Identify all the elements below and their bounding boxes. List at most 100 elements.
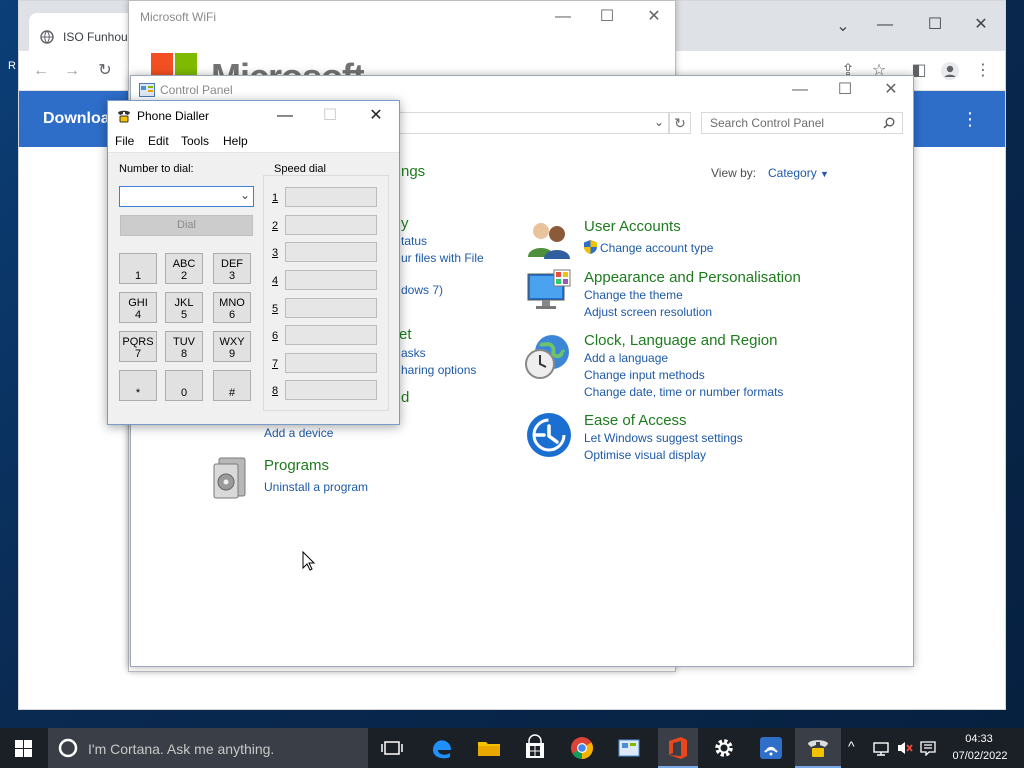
add-device-link[interactable]: Add a device <box>264 426 333 440</box>
speed-dial-slot-1[interactable] <box>285 187 377 207</box>
key-hash[interactable]: # <box>213 370 251 401</box>
key-star[interactable]: * <box>119 370 157 401</box>
speed-dial-number-7: 7 <box>272 358 279 370</box>
wifi-close-button[interactable]: ✕ <box>640 7 668 27</box>
optimise-display-link[interactable]: Optimise visual display <box>584 448 706 462</box>
ease-of-access-title[interactable]: Ease of Access <box>584 412 687 429</box>
programs-title[interactable]: Programs <box>264 457 329 474</box>
menu-help[interactable]: Help <box>223 134 248 148</box>
clock-region-title[interactable]: Clock, Language and Region <box>584 332 777 349</box>
ease-of-access-icon <box>527 413 571 457</box>
search-icon[interactable] <box>883 117 895 129</box>
speed-dial-slot-4[interactable] <box>285 270 377 290</box>
add-language-link[interactable]: Add a language <box>584 351 668 365</box>
task-view-icon[interactable] <box>378 734 406 762</box>
site-download-link[interactable]: Downloa <box>43 110 110 128</box>
change-date-formats-link[interactable]: Change date, time or number formats <box>584 385 783 399</box>
review-status-link-fragment[interactable]: tatus <box>401 234 427 248</box>
key-8[interactable]: TUV 8 <box>165 331 203 362</box>
store-icon[interactable] <box>521 734 549 762</box>
suggest-settings-link[interactable]: Let Windows suggest settings <box>584 431 743 445</box>
user-accounts-title[interactable]: User Accounts <box>584 218 681 235</box>
address-dropdown-icon[interactable]: ⌄ <box>654 115 664 129</box>
browser-tab-search-icon[interactable]: ⌄ <box>829 17 857 37</box>
dial-button[interactable]: Dial <box>120 215 253 236</box>
speed-dial-slot-8[interactable] <box>285 380 377 400</box>
action-center-icon[interactable] <box>920 740 936 756</box>
change-account-type-link[interactable]: Change account type <box>600 241 713 255</box>
control-panel-icon <box>139 83 155 97</box>
dropdown-triangle-icon: ▼ <box>820 169 829 179</box>
windows-start-icon[interactable] <box>15 740 32 757</box>
back-icon[interactable]: ← <box>27 61 55 81</box>
system-security-title-fragment[interactable]: ngs <box>401 163 425 180</box>
change-input-methods-link[interactable]: Change input methods <box>584 368 705 382</box>
speed-dial-label: Speed dial <box>272 163 328 175</box>
cp-close-button[interactable]: ✕ <box>877 80 905 100</box>
file-explorer-icon[interactable] <box>475 734 503 762</box>
cp-maximize-button[interactable]: ☐ <box>831 80 859 100</box>
site-menu-icon[interactable]: ⋮ <box>956 109 984 129</box>
taskbar-clock-date[interactable]: 07/02/2022 <box>950 750 1010 762</box>
settings-gear-icon[interactable] <box>710 734 738 762</box>
number-to-dial-input[interactable]: ⌄ <box>119 186 254 207</box>
speed-dial-slot-7[interactable] <box>285 353 377 373</box>
key-9[interactable]: WXY 9 <box>213 331 251 362</box>
key-4[interactable]: GHI 4 <box>119 292 157 323</box>
key-1[interactable]: 1 <box>119 253 157 284</box>
shield-icon <box>584 240 597 254</box>
programs-icon <box>213 457 246 499</box>
key-2[interactable]: ABC 2 <box>165 253 203 284</box>
wifi-maximize-button[interactable]: ☐ <box>593 7 621 27</box>
speed-dial-slot-3[interactable] <box>285 242 377 262</box>
speed-dial-slot-5[interactable] <box>285 298 377 318</box>
pd-close-button[interactable]: ✕ <box>362 106 390 126</box>
chrome-icon[interactable] <box>568 734 596 762</box>
menu-edit[interactable]: Edit <box>148 134 169 148</box>
reload-icon[interactable]: ↻ <box>91 61 119 81</box>
network-tasks-link-fragment[interactable]: asks <box>401 346 426 360</box>
network-title-fragment[interactable]: y <box>401 215 409 232</box>
hardware-title-fragment[interactable]: d <box>401 389 409 406</box>
key-7[interactable]: PQRS 7 <box>119 331 157 362</box>
key-0[interactable]: 0 <box>165 370 203 401</box>
pd-minimize-button[interactable]: — <box>271 106 299 126</box>
change-theme-link[interactable]: Change the theme <box>584 288 683 302</box>
view-by-dropdown[interactable]: Category ▼ <box>768 166 829 180</box>
key-5[interactable]: JKL 5 <box>165 292 203 323</box>
combo-chevron-down-icon[interactable]: ⌄ <box>240 188 250 202</box>
speed-dial-number-3: 3 <box>272 247 279 259</box>
cp-minimize-button[interactable]: — <box>786 80 814 100</box>
wifi-minimize-button[interactable]: — <box>549 7 577 27</box>
taskbar-clock-time[interactable]: 04:33 <box>962 733 996 745</box>
speed-dial-slot-6[interactable] <box>285 325 377 345</box>
uninstall-program-link[interactable]: Uninstall a program <box>264 480 368 494</box>
forward-icon[interactable]: → <box>58 61 86 81</box>
backup-restore-link-fragment[interactable]: dows 7) <box>401 283 443 297</box>
profile-icon[interactable] <box>941 62 959 80</box>
network-app-icon[interactable] <box>757 734 785 762</box>
volume-muted-icon[interactable] <box>896 740 914 756</box>
menu-tools[interactable]: Tools <box>181 134 209 148</box>
desktop-edge-text: R <box>8 60 16 72</box>
edge-browser-icon[interactable] <box>428 734 456 762</box>
browser-tab-title: ISO Funhous <box>63 30 134 44</box>
adjust-resolution-link[interactable]: Adjust screen resolution <box>584 305 712 319</box>
network-internet-title-fragment[interactable]: et <box>399 326 412 343</box>
cp-search-input[interactable] <box>701 112 903 134</box>
network-tray-icon[interactable] <box>872 740 890 756</box>
sharing-options-link-fragment[interactable]: haring options <box>401 363 476 377</box>
browser-maximize-button[interactable]: ☐ <box>921 15 949 35</box>
browser-minimize-button[interactable]: — <box>871 15 899 35</box>
menu-file[interactable]: File <box>115 134 134 148</box>
browser-menu-icon[interactable]: ⋮ <box>969 61 997 81</box>
appearance-title[interactable]: Appearance and Personalisation <box>584 269 801 286</box>
tray-expand-icon[interactable]: ^ <box>848 738 855 754</box>
save-backup-link-fragment[interactable]: ur files with File <box>401 251 484 265</box>
key-6[interactable]: MNO 6 <box>213 292 251 323</box>
control-panel-taskbar-icon[interactable] <box>615 734 643 762</box>
browser-close-button[interactable]: ✕ <box>967 15 995 35</box>
cp-refresh-icon[interactable]: ↻ <box>669 112 691 134</box>
key-3[interactable]: DEF 3 <box>213 253 251 284</box>
speed-dial-slot-2[interactable] <box>285 215 377 235</box>
